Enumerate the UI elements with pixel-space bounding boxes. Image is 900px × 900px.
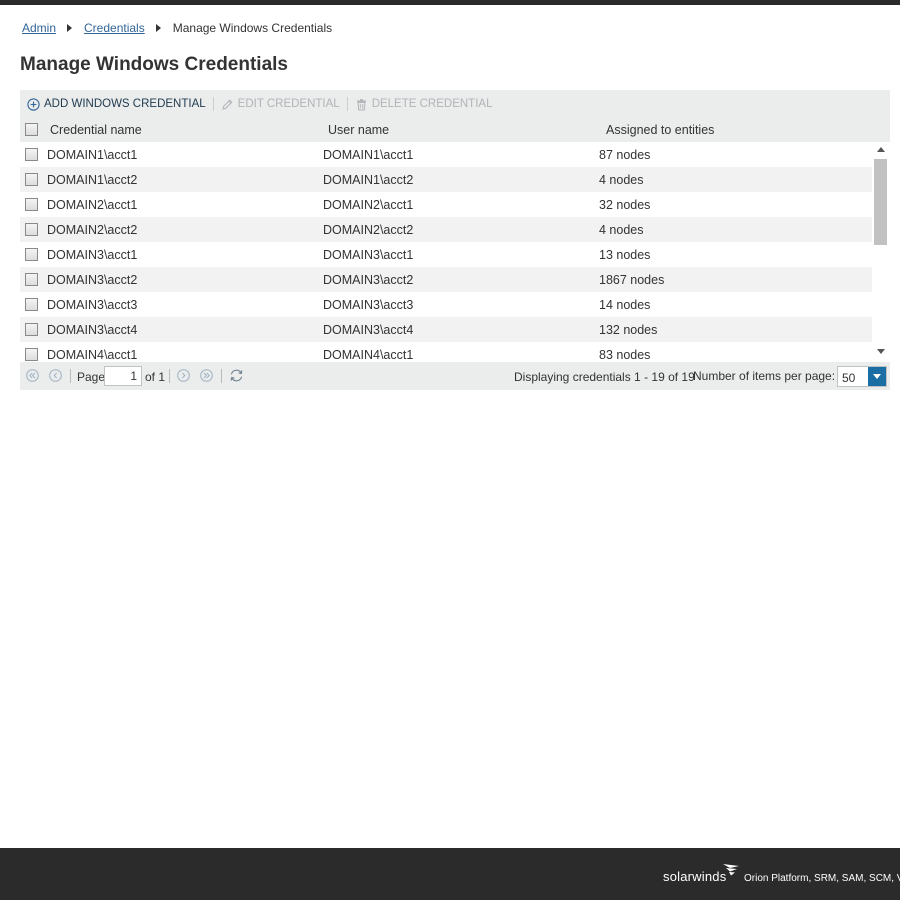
scrollbar-thumb[interactable] [874,159,887,245]
pager-divider [169,369,170,383]
table-row[interactable]: DOMAIN3\acct3 DOMAIN3\acct3 14 nodes [20,292,872,317]
credential-name-cell: DOMAIN3\acct4 [47,323,138,337]
column-header-credential-name[interactable]: Credential name [50,123,142,137]
row-checkbox[interactable] [25,298,38,311]
toolbar-divider [346,97,348,111]
table-row[interactable]: DOMAIN2\acct1 DOMAIN2\acct1 32 nodes [20,192,872,217]
column-header-row: Credential name User name Assigned to en… [20,118,890,142]
table-row[interactable]: DOMAIN3\acct1 DOMAIN3\acct1 13 nodes [20,242,872,267]
row-checkbox[interactable] [25,348,38,361]
footer: solarwinds Orion Platform, SRM, SAM, SCM… [0,848,900,900]
last-page-icon[interactable] [200,369,213,382]
user-name-cell: DOMAIN3\acct2 [323,273,414,287]
user-name-cell: DOMAIN2\acct2 [323,223,414,237]
page-count-label: of 1 [145,370,166,384]
user-name-cell: DOMAIN4\acct1 [323,348,414,362]
table-row[interactable]: DOMAIN2\acct2 DOMAIN2\acct2 4 nodes [20,217,872,242]
assigned-entities-cell: 14 nodes [599,298,651,312]
add-windows-credential-button[interactable]: ADD WINDOWS CREDENTIAL [27,94,206,114]
row-checkbox[interactable] [25,148,38,161]
credential-name-cell: DOMAIN2\acct1 [47,198,138,212]
edit-credential-button[interactable]: EDIT CREDENTIAL [221,94,340,114]
grid-toolbar: ADD WINDOWS CREDENTIAL EDIT CREDENTIAL D… [20,90,890,118]
first-page-icon[interactable] [26,369,39,382]
row-checkbox[interactable] [25,173,38,186]
breadcrumb-arrow-icon [155,24,161,32]
previous-page-icon[interactable] [49,369,62,382]
credential-name-cell: DOMAIN1\acct1 [47,148,138,162]
user-name-cell: DOMAIN3\acct1 [323,248,414,262]
user-name-cell: DOMAIN1\acct2 [323,173,414,187]
row-checkbox[interactable] [25,273,38,286]
page-number-input[interactable] [104,366,142,386]
page-title: Manage Windows Credentials [20,54,288,75]
credentials-grid: ADD WINDOWS CREDENTIAL EDIT CREDENTIAL D… [20,90,890,390]
assigned-entities-cell: 83 nodes [599,348,651,362]
credential-name-cell: DOMAIN3\acct2 [47,273,138,287]
row-checkbox[interactable] [25,198,38,211]
pager-divider [221,369,222,383]
breadcrumb-current: Manage Windows Credentials [172,21,333,35]
assigned-entities-cell: 13 nodes [599,248,651,262]
vertical-scrollbar[interactable] [872,142,890,362]
select-all-checkbox[interactable] [25,123,38,136]
toolbar-divider [212,97,214,111]
page-label: Page [77,370,106,384]
solarwinds-logo-icon [723,864,739,876]
breadcrumb-link-credentials[interactable]: Credentials [84,21,145,35]
table-row[interactable]: DOMAIN4\acct1 DOMAIN4\acct1 83 nodes [20,342,872,362]
assigned-entities-cell: 132 nodes [599,323,658,337]
column-header-assigned-to-entities[interactable]: Assigned to entities [606,123,714,137]
delete-credential-label: DELETE CREDENTIAL [371,98,493,110]
chevron-down-icon[interactable] [868,367,886,386]
refresh-icon[interactable] [229,368,244,383]
table-row[interactable]: DOMAIN1\acct2 DOMAIN1\acct2 4 nodes [20,167,872,192]
pencil-icon [221,98,233,110]
table-row[interactable]: DOMAIN3\acct4 DOMAIN3\acct4 132 nodes [20,317,872,342]
user-name-cell: DOMAIN2\acct1 [323,198,414,212]
assigned-entities-cell: 4 nodes [599,223,644,237]
credential-name-cell: DOMAIN3\acct3 [47,298,138,312]
assigned-entities-cell: 1867 nodes [599,273,665,287]
scroll-up-arrow-icon[interactable] [877,147,885,152]
row-checkbox[interactable] [25,223,38,236]
paging-toolbar: Page of 1 Displaying credentials 1 - 19 … [20,362,890,390]
assigned-entities-cell: 32 nodes [599,198,651,212]
user-name-cell: DOMAIN3\acct4 [323,323,414,337]
display-info-text: Displaying credentials 1 - 19 of 19 [514,370,695,384]
items-per-page-label: Number of items per page: [693,369,836,383]
credential-name-cell: DOMAIN1\acct2 [47,173,138,187]
row-checkbox[interactable] [25,248,38,261]
items-per-page-select[interactable]: 50 [837,366,887,387]
pager-divider [70,369,71,383]
user-name-cell: DOMAIN1\acct1 [323,148,414,162]
edit-credential-label: EDIT CREDENTIAL [237,98,340,110]
items-per-page-value: 50 [842,371,856,385]
user-name-cell: DOMAIN3\acct3 [323,298,414,312]
add-windows-credential-label: ADD WINDOWS CREDENTIAL [44,98,206,110]
next-page-icon[interactable] [177,369,190,382]
table-row[interactable]: DOMAIN1\acct1 DOMAIN1\acct1 87 nodes [20,142,872,167]
breadcrumb: Admin Credentials Manage Windows Credent… [22,20,332,36]
column-header-user-name[interactable]: User name [328,123,389,137]
scroll-down-arrow-icon[interactable] [877,349,885,354]
table-row[interactable]: DOMAIN3\acct2 DOMAIN3\acct2 1867 nodes [20,267,872,292]
breadcrumb-link-admin[interactable]: Admin [22,21,56,35]
row-checkbox[interactable] [25,323,38,336]
breadcrumb-arrow-icon [67,24,73,32]
assigned-entities-cell: 4 nodes [599,173,644,187]
assigned-entities-cell: 87 nodes [599,148,651,162]
trash-icon [356,98,366,110]
product-list-text: Orion Platform, SRM, SAM, SCM, VMA [744,873,900,884]
credential-name-cell: DOMAIN2\acct2 [47,223,138,237]
credential-name-cell: DOMAIN4\acct1 [47,348,138,362]
delete-credential-button[interactable]: DELETE CREDENTIAL [355,94,493,114]
top-bar [0,0,900,5]
credentials-list: DOMAIN1\acct1 DOMAIN1\acct1 87 nodes DOM… [20,142,872,362]
brand-name: solarwinds [663,869,727,884]
credential-name-cell: DOMAIN3\acct1 [47,248,138,262]
add-circle-icon [27,97,40,111]
